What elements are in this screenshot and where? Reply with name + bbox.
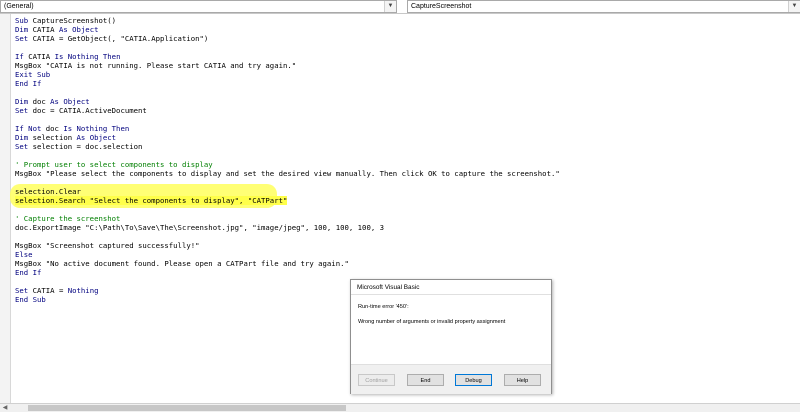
code-token: selection.Search "Select the components …: [15, 196, 288, 205]
code-keyword: Set: [15, 106, 29, 115]
code-keyword: Sub: [15, 16, 29, 25]
code-line[interactable]: Exit Sub: [15, 70, 50, 79]
code-keyword: Dim: [15, 25, 29, 34]
code-token: selection: [28, 133, 77, 142]
code-keyword: As Object: [58, 25, 99, 34]
code-token: CATIA: [28, 25, 59, 34]
code-token: doc.ExportImage "C:\Path\To\Save\The\Scr…: [15, 223, 385, 232]
code-token: MsgBox "Please select the components to …: [15, 169, 560, 178]
debug-button[interactable]: Debug: [455, 374, 492, 386]
runtime-error-dialog: Microsoft Visual Basic Run-time error '4…: [350, 279, 552, 394]
code-keyword: End If: [15, 268, 42, 277]
code-token: CaptureScreenshot(): [28, 16, 117, 25]
code-line[interactable]: Else: [15, 250, 33, 259]
object-combo-value: (General): [4, 3, 34, 10]
code-line[interactable]: Set doc = CATIA.ActiveDocument: [15, 106, 147, 115]
object-procedure-bar: (General) ▼ CaptureScreenshot ▼: [0, 0, 800, 13]
scrollbar-thumb[interactable]: [28, 405, 346, 411]
code-line[interactable]: ' Prompt user to select components to di…: [15, 160, 213, 169]
continue-button[interactable]: Continue: [358, 374, 395, 386]
code-line[interactable]: ' Capture the screenshot: [15, 214, 120, 223]
code-line[interactable]: Dim doc As Object: [15, 97, 90, 106]
code-keyword: End Sub: [15, 295, 46, 304]
end-button[interactable]: End: [407, 374, 444, 386]
code-keyword: Is Nothing Then: [54, 52, 121, 61]
code-keyword: Dim: [15, 97, 29, 106]
code-line[interactable]: selection.Search "Select the components …: [15, 196, 288, 205]
code-token: CATIA =: [28, 286, 68, 295]
code-line[interactable]: selection.Clear: [15, 187, 81, 196]
code-line[interactable]: Set CATIA = GetObject(, "CATIA.Applicati…: [15, 34, 208, 43]
error-message: Wrong number of arguments or invalid pro…: [358, 319, 506, 325]
code-token: CATIA = GetObject(, "CATIA.Application"): [28, 34, 209, 43]
code-line[interactable]: MsgBox "Screenshot captured successfully…: [15, 241, 200, 250]
code-keyword: Set: [15, 286, 29, 295]
code-line[interactable]: Dim selection As Object: [15, 133, 116, 142]
code-keyword: If Not: [15, 124, 42, 133]
chevron-down-icon[interactable]: ▼: [788, 1, 800, 12]
code-keyword: Is Nothing Then: [63, 124, 130, 133]
code-token: MsgBox "Screenshot captured successfully…: [15, 241, 200, 250]
dialog-body: Run-time error '450': Wrong number of ar…: [351, 295, 551, 364]
code-line[interactable]: Sub CaptureScreenshot(): [15, 16, 116, 25]
code-token: doc = CATIA.ActiveDocument: [28, 106, 147, 115]
error-code: Run-time error '450':: [358, 304, 409, 310]
code-line[interactable]: End If: [15, 268, 41, 277]
code-line[interactable]: doc.ExportImage "C:\Path\To\Save\The\Scr…: [15, 223, 384, 232]
code-line[interactable]: Set selection = doc.selection: [15, 142, 142, 151]
code-keyword: As Object: [76, 133, 117, 142]
code-keyword: Set: [15, 142, 29, 151]
code-keyword: If: [15, 52, 24, 61]
code-keyword: Dim: [15, 133, 29, 142]
code-keyword: Else: [15, 250, 33, 259]
procedure-combo[interactable]: CaptureScreenshot ▼: [407, 0, 800, 13]
code-comment: ' Capture the screenshot: [15, 214, 121, 223]
code-comment: ' Prompt user to select components to di…: [15, 160, 213, 169]
code-line[interactable]: MsgBox "CATIA is not running. Please sta…: [15, 61, 296, 70]
chevron-down-icon[interactable]: ▼: [384, 1, 396, 12]
code-keyword: As Object: [50, 97, 90, 106]
code-line[interactable]: End If: [15, 79, 41, 88]
code-token: doc: [28, 97, 51, 106]
code-keyword: Nothing: [67, 286, 99, 295]
code-token: doc: [41, 124, 64, 133]
dialog-footer: Continue End Debug Help: [351, 364, 551, 394]
code-token: selection.Clear: [15, 187, 81, 196]
code-token: CATIA: [23, 52, 55, 61]
code-line[interactable]: MsgBox "Please select the components to …: [15, 169, 560, 178]
help-button[interactable]: Help: [504, 374, 541, 386]
code-margin[interactable]: [0, 14, 11, 404]
object-combo[interactable]: (General) ▼: [0, 0, 397, 13]
code-token: MsgBox "No active document found. Please…: [15, 259, 349, 268]
code-token: MsgBox "CATIA is not running. Please sta…: [15, 61, 297, 70]
dialog-title: Microsoft Visual Basic: [351, 280, 551, 295]
code-line[interactable]: Dim CATIA As Object: [15, 25, 99, 34]
code-line[interactable]: If Not doc Is Nothing Then: [15, 124, 129, 133]
code-line[interactable]: If CATIA Is Nothing Then: [15, 52, 120, 61]
code-keyword: Set: [15, 34, 29, 43]
code-line[interactable]: End Sub: [15, 295, 46, 304]
code-line[interactable]: Set CATIA = Nothing: [15, 286, 99, 295]
code-line[interactable]: MsgBox "No active document found. Please…: [15, 259, 349, 268]
code-keyword: End If: [15, 79, 42, 88]
code-token: selection = doc.selection: [28, 142, 143, 151]
procedure-combo-value: CaptureScreenshot: [411, 3, 472, 10]
code-keyword: Exit Sub: [15, 70, 51, 79]
